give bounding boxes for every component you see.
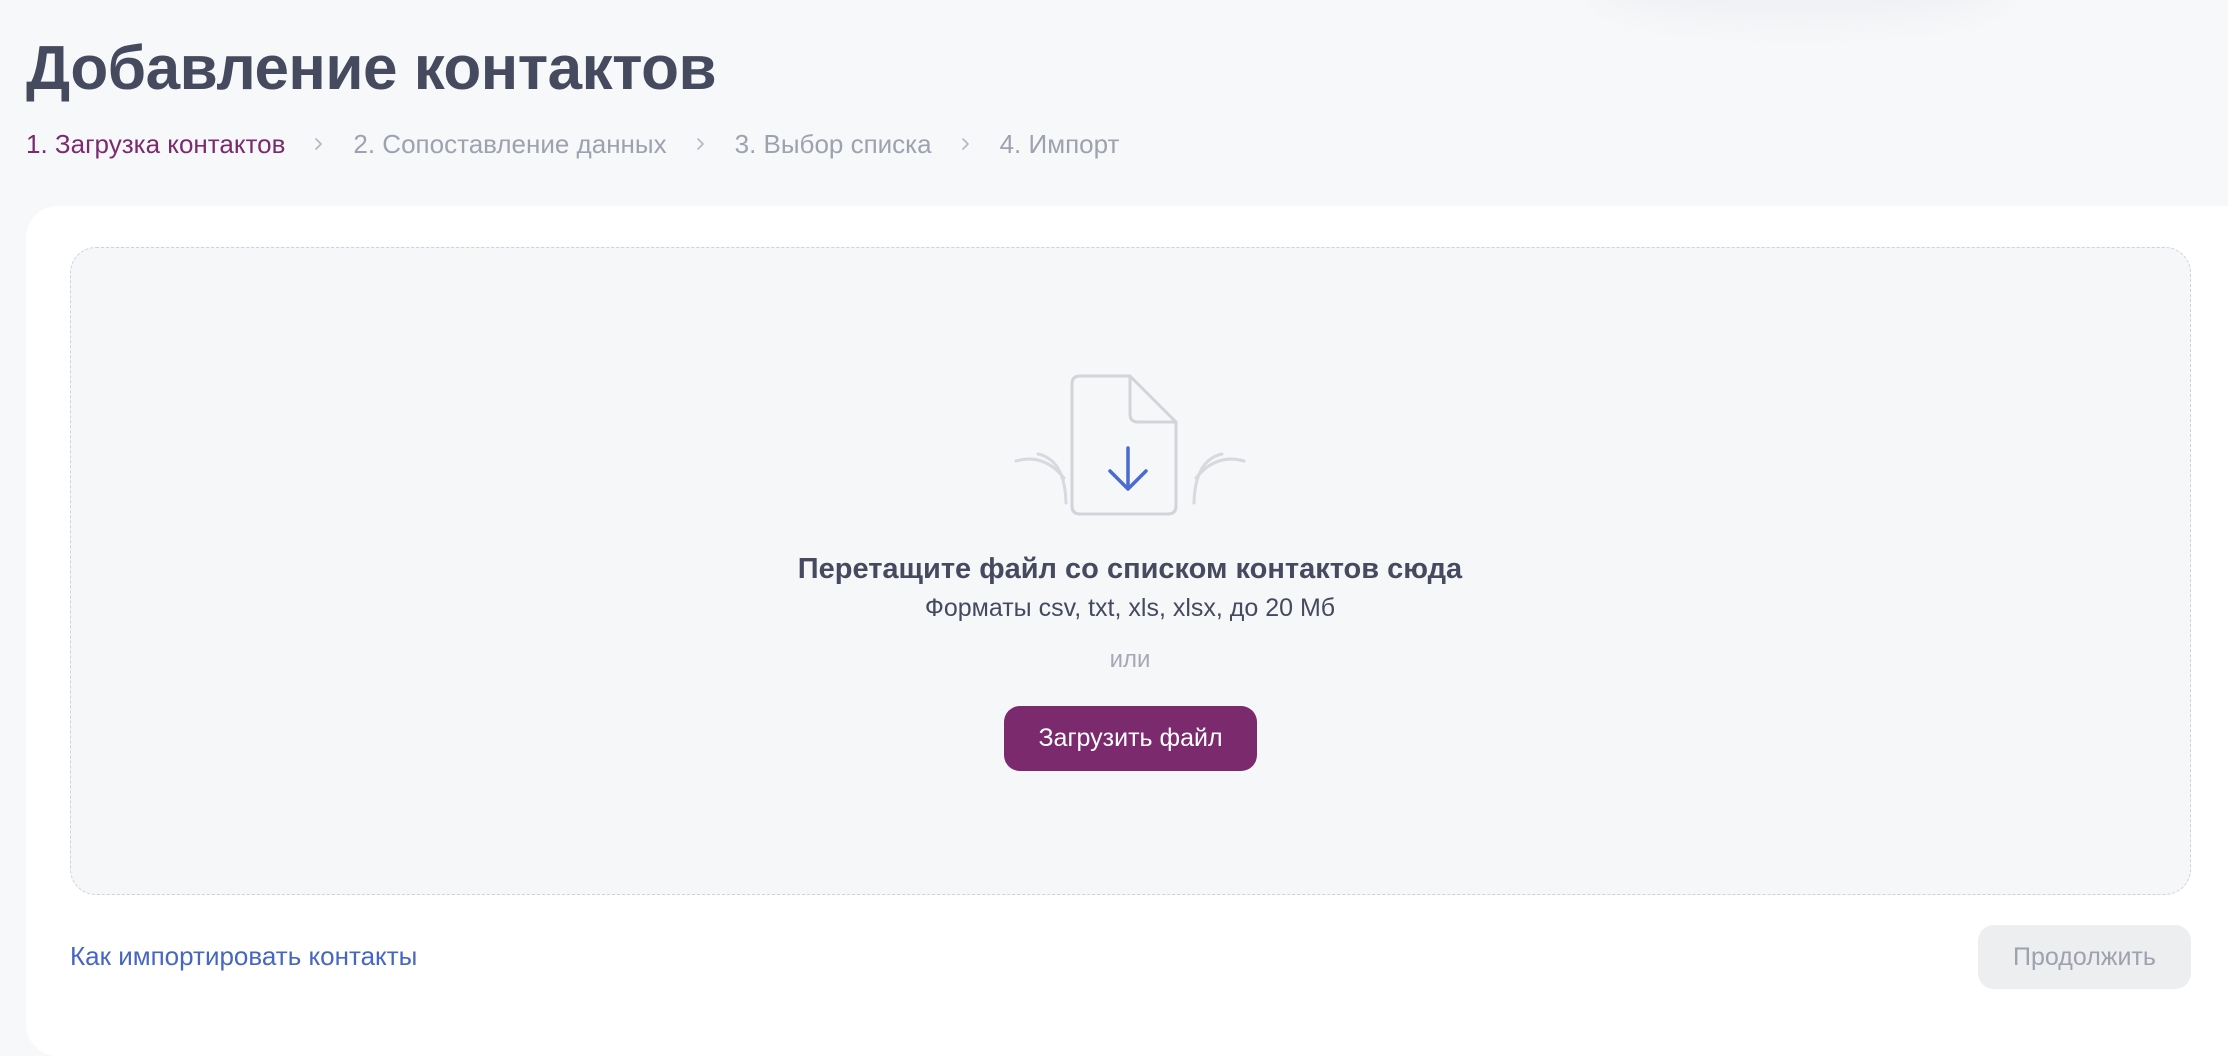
dropzone-title: Перетащите файл со списком контактов сюд… bbox=[797, 553, 1463, 585]
continue-button[interactable]: Продолжить bbox=[1978, 925, 2191, 989]
how-to-import-link[interactable]: Как импортировать контакты bbox=[70, 938, 417, 974]
file-download-icon bbox=[1010, 368, 1260, 518]
step-list-selection[interactable]: 3. Выбор списка bbox=[735, 129, 932, 160]
step-upload-contacts[interactable]: 1. Загрузка контактов bbox=[26, 129, 285, 160]
chevron-right-icon bbox=[932, 137, 1000, 151]
upload-file-button[interactable]: Загрузить файл bbox=[1004, 706, 1257, 771]
dropzone-formats-hint: Форматы csv, txt, xls, xlsx, до 20 Мб bbox=[924, 594, 1336, 622]
step-data-mapping[interactable]: 2. Сопоставление данных bbox=[353, 129, 666, 160]
page-title: Добавление контактов bbox=[26, 34, 717, 103]
background-glow bbox=[1600, 0, 2000, 20]
import-steps: 1. Загрузка контактов 2. Сопоставление д… bbox=[26, 124, 1119, 164]
step-import[interactable]: 4. Импорт bbox=[1000, 129, 1120, 160]
chevron-right-icon bbox=[667, 137, 735, 151]
dropzone-or-label: или bbox=[1109, 646, 1151, 673]
chevron-right-icon bbox=[285, 137, 353, 151]
